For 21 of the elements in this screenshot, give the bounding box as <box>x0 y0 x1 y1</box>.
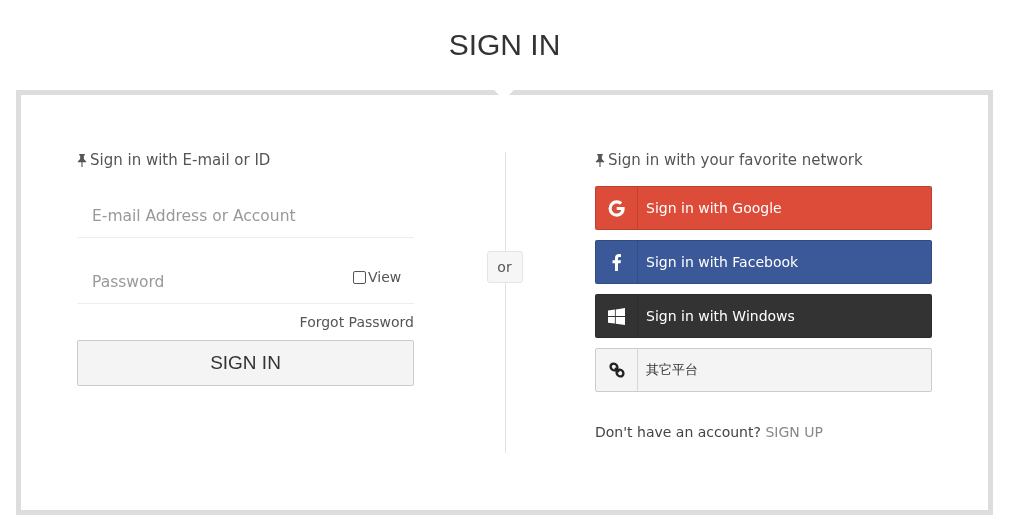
google-g-icon <box>608 199 625 217</box>
windows-icon <box>608 307 625 325</box>
facebook-f-icon <box>612 253 621 271</box>
social-sign-in-button[interactable]: Sign in with Google <box>595 186 932 230</box>
account-field[interactable]: E-mail Address or Account <box>77 207 414 225</box>
pin-icon <box>595 153 605 167</box>
sign-in-button[interactable]: SIGN IN <box>77 340 414 386</box>
page-title: SIGN IN <box>447 27 562 63</box>
sign-up-prompt: Don't have an account? SIGN UP <box>595 424 824 440</box>
sign-up-link[interactable]: SIGN UP <box>765 424 823 440</box>
link-icon <box>607 361 626 379</box>
view-checkbox[interactable] <box>353 270 366 284</box>
pin-icon <box>77 153 87 167</box>
social-sign-in-button[interactable]: Sign in with Facebook <box>595 240 932 284</box>
social-sign-in-button[interactable]: 其它平台 <box>595 348 932 392</box>
section-heading: Sign in with E-mail or ID <box>90 151 271 169</box>
view-label: View <box>368 269 402 285</box>
or-label: or <box>486 251 523 283</box>
section-heading: Sign in with your favorite network <box>608 151 863 169</box>
forgot-password-link[interactable]: Forgot Password <box>299 314 414 340</box>
social-sign-in-button[interactable]: Sign in with Windows <box>595 294 932 338</box>
